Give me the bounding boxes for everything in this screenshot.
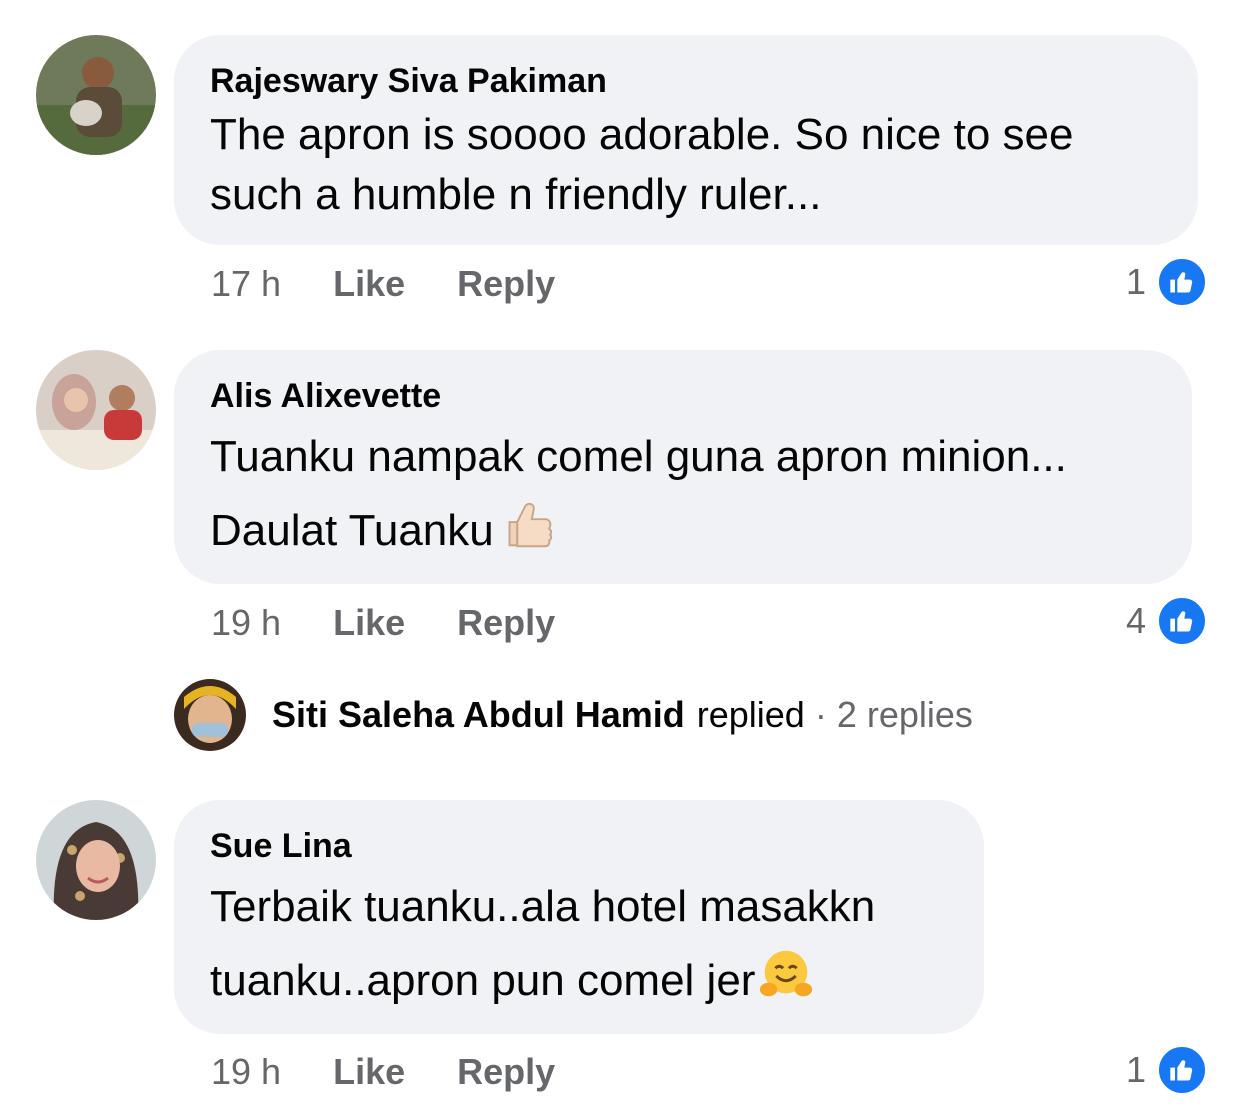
replied-label: replied	[696, 694, 805, 735]
comment-timestamp[interactable]: 19 h	[211, 603, 281, 643]
comment-timestamp[interactable]: 19 h	[211, 1052, 281, 1092]
comment-meta: 19 h Like Reply	[211, 1052, 555, 1092]
comment-bubble: Sue Lina Terbaik tuanku..ala hotel masak…	[174, 800, 984, 1034]
comment-text: Terbaik tuanku..ala hotel masakkn tuanku…	[210, 870, 948, 1018]
replies-count: 2 replies	[836, 694, 973, 735]
comment-text-line: tuanku..apron pun comel jer	[210, 944, 948, 1018]
like-thumbs-up-icon	[1156, 595, 1208, 647]
like-thumbs-up-icon	[1156, 1044, 1208, 1096]
reaction-count: 1	[1125, 261, 1146, 302]
avatar-siti-saleha	[174, 679, 246, 751]
comment-text-line-2: tuanku..apron pun comel jer	[210, 956, 756, 1005]
comment-author[interactable]: Alis Alixevette	[210, 376, 1156, 416]
comment-author[interactable]: Sue Lina	[210, 826, 948, 866]
comment-meta: 19 h Like Reply	[211, 603, 555, 643]
comment-text-line-1: Terbaik tuanku..ala hotel masakkn	[210, 882, 876, 931]
comment-text: Tuanku nampak comel guna apron minion...…	[210, 420, 1156, 568]
comment-text: The apron is soooo adorable. So nice to …	[210, 105, 1162, 225]
comment-text-line: Terbaik tuanku..ala hotel masakkn	[210, 870, 948, 944]
reaction-summary[interactable]: 1	[1126, 256, 1208, 308]
comment-text-line-2: Daulat Tuanku	[210, 506, 494, 555]
comment-text-line: such a humble n friendly ruler...	[210, 170, 822, 219]
reply-button[interactable]: Reply	[457, 603, 555, 643]
comment-timestamp[interactable]: 17 h	[211, 264, 281, 304]
avatar-rajeswary[interactable]	[36, 35, 156, 155]
hugging-face-emoji-icon	[757, 945, 815, 1003]
view-replies-link[interactable]: Siti Saleha Abdul Hamid replied · 2 repl…	[174, 679, 973, 751]
reaction-count: 4	[1125, 600, 1146, 641]
comment-text-line: The apron is soooo adorable. So nice to …	[210, 110, 1074, 159]
reaction-summary[interactable]: 4	[1126, 595, 1208, 647]
comment-bubble: Alis Alixevette Tuanku nampak comel guna…	[174, 350, 1192, 584]
reply-button[interactable]: Reply	[457, 264, 555, 304]
reaction-summary[interactable]: 1	[1126, 1044, 1208, 1096]
like-thumbs-up-icon	[1156, 256, 1208, 308]
avatar-sue-lina[interactable]	[36, 800, 156, 920]
replier-name: Siti Saleha Abdul Hamid	[272, 694, 685, 735]
like-button[interactable]: Like	[333, 1052, 405, 1092]
comment-meta: 17 h Like Reply	[211, 264, 555, 304]
reaction-count: 1	[1125, 1049, 1146, 1090]
like-button[interactable]: Like	[333, 603, 405, 643]
reply-button[interactable]: Reply	[457, 1052, 555, 1092]
like-button[interactable]: Like	[333, 264, 405, 304]
comment-text-line-1: Tuanku nampak comel guna apron minion...	[210, 432, 1067, 481]
comment-bubble: Rajeswary Siva Pakiman The apron is sooo…	[174, 35, 1198, 245]
comment-text-line: Daulat Tuanku	[210, 494, 1156, 568]
thumbs-up-emoji-icon	[496, 495, 554, 553]
avatar-alis[interactable]	[36, 350, 156, 470]
separator-dot: ·	[814, 694, 827, 735]
comment-text-line: Tuanku nampak comel guna apron minion...	[210, 420, 1156, 494]
comment-author[interactable]: Rajeswary Siva Pakiman	[210, 61, 1162, 101]
